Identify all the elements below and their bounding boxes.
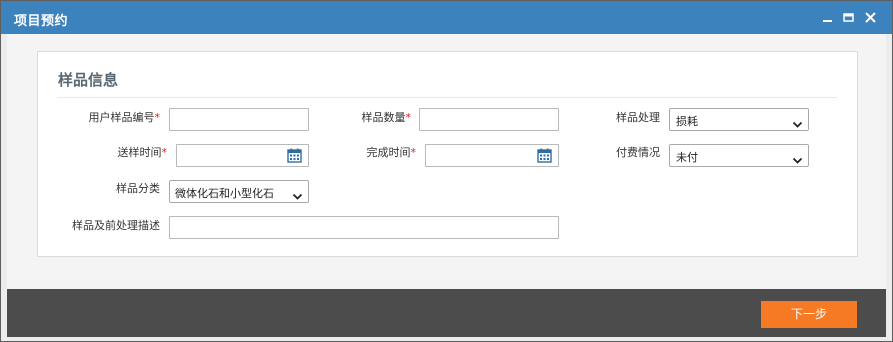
section-divider [57,97,837,98]
calendar-icon[interactable] [537,148,552,163]
minimize-icon[interactable] [820,10,835,25]
payment-status-select[interactable]: 未付 [669,144,809,167]
close-icon[interactable] [863,10,878,25]
title-bar[interactable]: 项目预约 [1,1,892,34]
payment-status-label: 付费情况 [616,146,660,159]
sample-handling-value: 损耗 [676,115,698,128]
dialog-content: 样品信息 用户样品编号* 样品数量* 样品处理 损耗 送样时间* 完成时间* 付… [7,34,886,290]
sample-category-select[interactable]: 微体化石和小型化石 [169,180,309,203]
pretreatment-desc-label: 样品及前处理描述 [72,219,160,232]
user-sample-no-field[interactable] [169,108,309,131]
sample-quantity-field[interactable] [419,108,559,131]
finish-time-label: 完成时间* [366,146,417,159]
user-sample-no-label: 用户样品编号* [88,111,161,124]
chevron-down-icon [792,151,803,164]
dialog-title: 项目预约 [14,14,69,29]
sample-quantity-input[interactable] [420,110,558,131]
pretreatment-desc-field[interactable] [169,216,559,239]
send-time-label: 送样时间* [117,146,168,159]
chevron-down-icon [792,115,803,128]
section-title: 样品信息 [58,71,119,89]
sample-category-value: 微体化石和小型化石 [175,187,274,200]
next-step-button[interactable]: 下一步 [761,301,857,328]
booking-dialog: 项目预约 样品信息 用户样品编号* 样品数量* 样品处理 损耗 送样时间* 完成… [0,0,893,342]
sample-category-label: 样品分类 [116,182,160,195]
pretreatment-desc-input[interactable] [170,218,558,239]
sample-handling-select[interactable]: 损耗 [669,108,809,131]
chevron-down-icon [292,187,303,200]
sample-handling-label: 样品处理 [616,111,660,124]
sample-info-card: 样品信息 用户样品编号* 样品数量* 样品处理 损耗 送样时间* 完成时间* 付… [37,51,858,257]
calendar-icon[interactable] [287,148,302,163]
finish-time-field[interactable] [425,144,559,167]
payment-status-value: 未付 [676,151,698,164]
maximize-icon[interactable] [841,10,856,25]
send-time-field[interactable] [176,144,309,167]
user-sample-no-input[interactable] [170,110,308,131]
dialog-footer: 下一步 [7,289,886,337]
sample-quantity-label: 样品数量* [361,111,412,124]
